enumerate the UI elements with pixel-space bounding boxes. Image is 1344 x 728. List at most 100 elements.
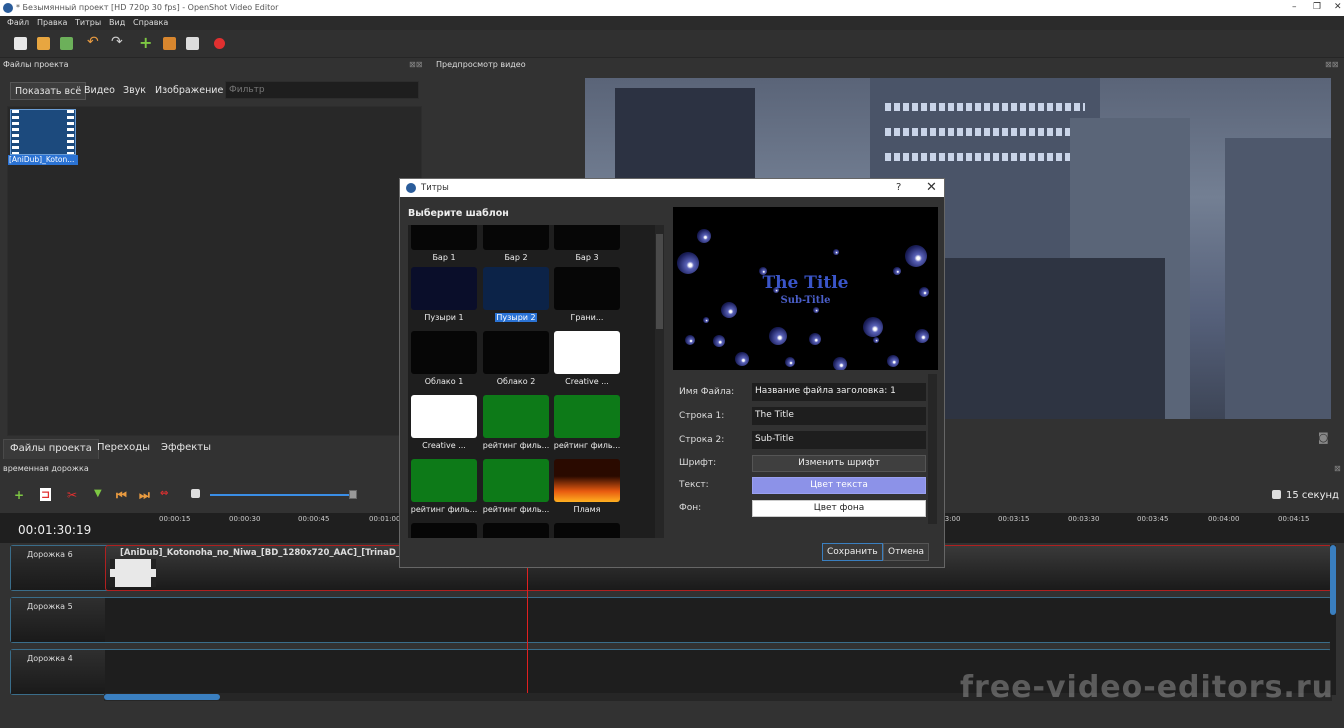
template-label[interactable]: рейтинг филь... — [479, 441, 553, 450]
fullscreen-icon[interactable] — [186, 37, 199, 50]
template-thumbnail[interactable] — [554, 331, 620, 374]
template-thumbnail[interactable] — [483, 523, 549, 538]
template-label[interactable]: рейтинг филь... — [479, 505, 553, 514]
template-thumbnail[interactable] — [483, 267, 549, 310]
filter-input[interactable]: Фильтр — [225, 81, 419, 99]
record-icon[interactable] — [214, 38, 225, 49]
template-thumbnail[interactable] — [411, 331, 477, 374]
profile-icon[interactable] — [163, 37, 176, 50]
current-timecode: 00:01:30:19 — [18, 523, 92, 537]
open-project-icon[interactable] — [37, 37, 50, 50]
camera-icon[interactable]: ◙ — [1318, 431, 1329, 444]
track-header[interactable]: Дорожка 6 — [11, 546, 105, 590]
minimize-icon[interactable]: – — [1292, 2, 1297, 12]
ruler-tick-label: 00:03:15 — [998, 515, 1030, 523]
timeline-title: временная дорожка — [3, 464, 89, 473]
template-scrollbar[interactable] — [655, 225, 664, 538]
template-thumbnail[interactable] — [411, 267, 477, 310]
razor-icon[interactable]: ✂ — [67, 488, 77, 502]
menu-view[interactable]: Вид — [109, 18, 125, 27]
track-header[interactable]: Дорожка 5 — [11, 598, 105, 642]
filter-video[interactable]: Видео — [80, 82, 119, 100]
previous-marker-icon[interactable]: ⏮ — [116, 488, 127, 503]
filter-audio[interactable]: Звук — [119, 82, 150, 100]
track-header[interactable]: Дорожка 4 — [11, 650, 105, 694]
template-list[interactable]: Бар 1 Бар 2 Бар 3 Пузыри 1 Пузыри 2 Грани... О… — [408, 225, 663, 538]
video-thumbnail[interactable] — [10, 109, 76, 155]
template-thumbnail[interactable] — [554, 225, 620, 250]
snap-icon[interactable]: ⊐ — [40, 488, 52, 501]
tab-effects[interactable]: Эффекты — [155, 439, 217, 459]
ruler-tick-label: 00:04:15 — [1278, 515, 1310, 523]
timeline-track[interactable]: Дорожка 5 — [10, 597, 1332, 643]
filter-image[interactable]: Изображение — [151, 82, 227, 100]
template-label[interactable]: Грани... — [550, 313, 624, 322]
close-icon[interactable]: ✕ — [1334, 2, 1342, 12]
menu-bar: Файл Правка Титры Вид Справка — [0, 16, 1344, 30]
template-thumbnail[interactable] — [554, 523, 620, 538]
preview-float-icon[interactable]: ⊠⊠ — [1325, 60, 1338, 69]
zoom-slider[interactable] — [210, 494, 355, 496]
template-thumbnail[interactable] — [483, 459, 549, 502]
text-color-button[interactable]: Цвет текста — [752, 477, 926, 494]
import-files-icon[interactable]: + — [139, 33, 152, 52]
template-thumbnail[interactable] — [483, 225, 549, 250]
menu-edit[interactable]: Правка — [37, 18, 67, 27]
template-thumbnail[interactable] — [411, 523, 477, 538]
template-thumbnail[interactable] — [483, 395, 549, 438]
undo-icon[interactable]: ↶ — [87, 34, 100, 50]
line1-field[interactable]: The Title — [752, 407, 926, 425]
titles-dialog: Титры ? ✕ Выберите шаблон Бар 1 Бар 2 Бар … — [399, 178, 945, 568]
file-item-label[interactable]: [AniDub]_Koton... — [8, 155, 78, 165]
template-label[interactable]: Creative ... — [550, 377, 624, 386]
zoom-slider-handle[interactable] — [349, 490, 357, 499]
next-marker-icon[interactable]: ⏭ — [139, 488, 150, 503]
redo-icon[interactable]: ↷ — [111, 34, 124, 50]
bubble-decoration — [863, 317, 883, 337]
bubble-decoration — [915, 329, 929, 343]
template-label[interactable]: Облако 2 — [479, 377, 553, 386]
template-label[interactable]: Бар 2 — [479, 253, 553, 262]
help-icon[interactable]: ? — [896, 182, 901, 193]
template-thumbnail[interactable] — [554, 395, 620, 438]
center-playhead-icon[interactable]: ⇔ — [160, 488, 168, 499]
template-label[interactable]: Creative ... — [408, 441, 481, 450]
template-label[interactable]: Пузыри 1 — [408, 313, 481, 322]
template-label[interactable]: рейтинг филь... — [408, 505, 481, 514]
zoom-toggle-icon[interactable] — [191, 489, 200, 498]
menu-titles[interactable]: Титры — [75, 18, 101, 27]
change-font-button[interactable]: Изменить шрифт — [752, 455, 926, 472]
cancel-button[interactable]: Отмена — [883, 543, 930, 561]
template-label[interactable]: Бар 3 — [550, 253, 624, 262]
file-name-field[interactable]: Название файла заголовка: 1 — [752, 383, 926, 401]
close-icon[interactable]: ✕ — [926, 180, 937, 195]
filter-show-all[interactable]: Показать всё — [10, 82, 87, 100]
properties-scrollbar[interactable] — [928, 374, 937, 524]
template-thumbnail[interactable] — [554, 267, 620, 310]
background-color-button[interactable]: Цвет фона — [752, 500, 926, 517]
template-thumbnail[interactable] — [411, 459, 477, 502]
tab-transitions[interactable]: Переходы — [91, 439, 156, 459]
maximize-icon[interactable]: ❐ — [1313, 2, 1321, 12]
template-thumbnail[interactable] — [411, 395, 477, 438]
save-project-icon[interactable] — [60, 37, 73, 50]
add-marker-icon[interactable]: ▼ — [94, 488, 102, 499]
preview-panel-title: Предпросмотр видео — [436, 60, 526, 69]
new-project-icon[interactable] — [14, 37, 27, 50]
template-thumbnail[interactable] — [411, 225, 477, 250]
template-label[interactable]: Пузыри 2 — [479, 313, 553, 322]
template-label[interactable]: рейтинг филь... — [550, 441, 624, 450]
tab-project-files[interactable]: Файлы проекта — [3, 439, 99, 459]
menu-help[interactable]: Справка — [133, 18, 168, 27]
template-label[interactable]: Бар 1 — [408, 253, 481, 262]
add-track-icon[interactable]: + — [14, 488, 24, 502]
template-label[interactable]: Пламя — [550, 505, 624, 514]
template-thumbnail[interactable] — [554, 459, 620, 502]
timeline-float-icon[interactable]: ⊠ — [1334, 464, 1341, 473]
save-button[interactable]: Сохранить — [822, 543, 883, 561]
line2-field[interactable]: Sub-Title — [752, 431, 926, 449]
panel-float-icon[interactable]: ⊠⊠ — [409, 60, 422, 69]
template-thumbnail[interactable] — [483, 331, 549, 374]
menu-file[interactable]: Файл — [7, 18, 29, 27]
template-label[interactable]: Облако 1 — [408, 377, 481, 386]
